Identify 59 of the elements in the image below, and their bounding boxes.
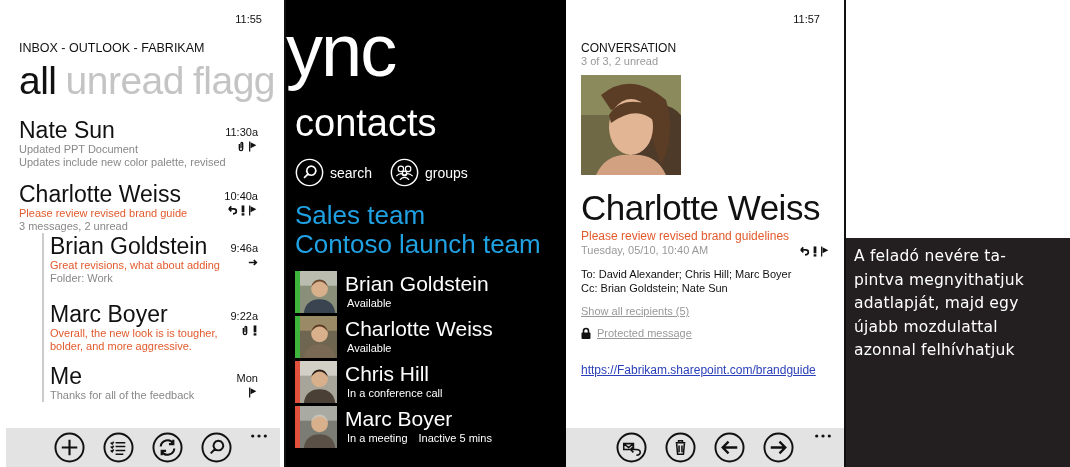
message-line: Great revisions, what about adding: [50, 259, 220, 272]
action-label[interactable]: search: [330, 164, 373, 181]
section-title: contacts: [295, 102, 438, 144]
caption-text: A feladó nevére ta- pintva megnyithatjuk adatlapját, majd egy újabb mozdulattal azonnal felhívhatjuk: [853, 246, 1025, 361]
delete-button[interactable]: [665, 432, 696, 463]
message-line: 3 messages, 2 unread: [19, 220, 129, 233]
sender-name[interactable]: Nate Sun: [19, 117, 226, 143]
contact-name[interactable]: Chris Hill: [345, 361, 443, 387]
sender-name[interactable]: Brian Goldstein: [50, 233, 220, 259]
sender-name[interactable]: Charlotte Weiss: [581, 187, 844, 229]
message-subject: Please review revised brand guidelines: [581, 229, 791, 243]
contact-name[interactable]: Marc Boyer: [345, 406, 492, 432]
message-time: 11:30a: [225, 126, 258, 138]
message-time: Mon: [236, 372, 258, 384]
list-button[interactable]: [103, 432, 134, 463]
conversation-count: 3 of 3, 2 unread: [581, 55, 660, 67]
message-line: Overall, the new look is is tougher,: [50, 327, 218, 340]
add-button[interactable]: [54, 432, 85, 463]
message-line: Folder: Work: [50, 272, 114, 285]
presence-status: Available: [347, 342, 392, 355]
reply-button[interactable]: [616, 432, 647, 463]
search-icon[interactable]: [295, 158, 324, 187]
forward-button[interactable]: [763, 432, 794, 463]
group-link[interactable]: Sales team: [295, 201, 566, 230]
presence-status: In a conference call: [347, 387, 443, 400]
more-icon[interactable]: [250, 434, 268, 438]
lock-icon: [581, 327, 591, 339]
status-time: 11:55: [234, 12, 263, 27]
sync-button[interactable]: [152, 432, 183, 463]
contact-name[interactable]: Charlotte Weiss: [345, 316, 493, 342]
presence-status: Available: [347, 297, 392, 310]
search-button[interactable]: [201, 432, 232, 463]
message-line: bolder, and more aggressive.: [50, 340, 193, 353]
message-time: 9:22a: [230, 310, 258, 322]
message-time: 9:46a: [230, 242, 258, 254]
action-label[interactable]: groups: [425, 164, 468, 181]
presence-status: In a meeting: [347, 432, 408, 445]
activity-note: Inactive 5 mins: [418, 432, 492, 445]
url-link[interactable]: https://Fabrikam.sharepoint.com/brandguide: [581, 363, 816, 377]
to-recipients: To: David Alexander; Chris Hill; Marc Boyer: [581, 267, 793, 281]
message-line: Updated PPT Document: [19, 143, 140, 156]
cc-recipients: Cc: Brian Goldstein; Nate Sun: [581, 281, 729, 295]
conversation-title: CONVERSATION: [581, 41, 678, 55]
message-time: 10:40a: [224, 190, 258, 202]
sender-name[interactable]: Marc Boyer: [50, 301, 218, 327]
account-title: INBOX - OUTLOOK - FABRIKAM: [19, 41, 206, 55]
pivot-tab[interactable]: all: [19, 59, 57, 102]
contact-name[interactable]: Brian Goldstein: [345, 271, 489, 297]
message-line: Please review revised brand guide: [19, 207, 188, 220]
sender-name[interactable]: Me: [50, 363, 195, 389]
sender-name[interactable]: Charlotte Weiss: [19, 181, 188, 207]
back-button[interactable]: [714, 432, 745, 463]
people-icon[interactable]: [390, 158, 420, 187]
more-icon[interactable]: [814, 434, 832, 438]
message-line: Thanks for all of the feedback: [50, 389, 195, 402]
group-link[interactable]: Contoso launch team: [295, 230, 566, 259]
message-date: Tuesday, 05/10, 10:40 AM: [581, 244, 709, 256]
status-time: 11:57: [792, 12, 821, 27]
message-line: Updates include new color palette, revised: [19, 156, 226, 169]
